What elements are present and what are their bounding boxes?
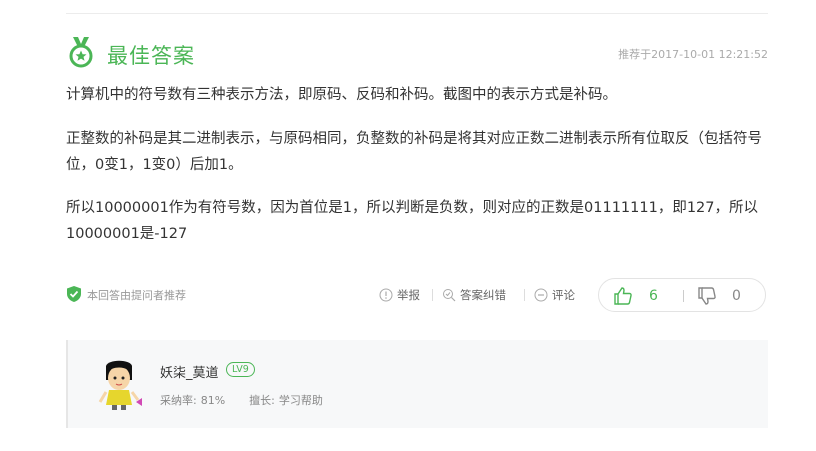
- adoption-rate-value: 81%: [200, 394, 226, 407]
- recommended-by-asker-label: 本回答由提问者推荐: [87, 289, 186, 302]
- answer-paragraph: 计算机中的符号数有三种表示方法，即原码、反码和补码。截图中的表示方式是补码。: [66, 87, 617, 103]
- thumbs-down-icon[interactable]: [697, 286, 717, 310]
- user-meta: 采纳率: 81% 擅长: 学习帮助: [160, 392, 327, 408]
- recommended-by-asker: 本回答由提问者推荐: [66, 285, 186, 303]
- answer-content: 计算机中的符号数有三种表示方法，即原码、反码和补码。截图中的表示方式是补码。 正…: [66, 82, 772, 264]
- report-label: 举报: [397, 288, 420, 302]
- answer-paragraph: 所以10000001作为有符号数，因为首位是1，所以判断是负数，则对应的正数是0…: [66, 200, 759, 242]
- adoption-rate-label: 采纳率:: [160, 394, 197, 407]
- shield-check-icon: [67, 286, 81, 302]
- comment-label: 评论: [552, 288, 575, 302]
- correction-button[interactable]: 答案纠错: [442, 287, 506, 303]
- best-answer-title: 最佳答案: [107, 44, 195, 68]
- upvote-count: 6: [649, 288, 658, 304]
- correction-label: 答案纠错: [460, 288, 506, 302]
- vote-box: 6 0: [598, 278, 766, 312]
- report-icon: [379, 288, 393, 302]
- expertise-label: 擅长:: [249, 394, 275, 407]
- magnifier-check-icon: [443, 289, 456, 302]
- action-separator: [432, 289, 433, 301]
- action-separator: [524, 289, 525, 301]
- comment-button[interactable]: 评论: [534, 287, 575, 303]
- expertise-value: 学习帮助: [278, 394, 323, 407]
- answer-paragraph: 正整数的补码是其二进制表示，与原码相同，负整数的补码是将其对应正数二进制表示所有…: [66, 131, 762, 173]
- level-badge: LV9: [226, 362, 255, 377]
- avatar[interactable]: [94, 358, 144, 412]
- recommend-timestamp: 推荐于2017-10-01 12:21:52: [618, 48, 768, 61]
- report-button[interactable]: 举报: [379, 287, 420, 303]
- thumbs-up-icon[interactable]: [613, 286, 633, 310]
- answer-footer: 本回答由提问者推荐 举报 答案纠错 评论 6 0: [66, 278, 768, 314]
- user-name[interactable]: 妖柒_莫道: [160, 362, 219, 381]
- top-divider: [66, 13, 768, 14]
- comment-icon: [534, 288, 548, 302]
- downvote-count: 0: [732, 288, 741, 304]
- answerer-card: 妖柒_莫道 LV9 采纳率: 81% 擅长: 学习帮助: [66, 340, 768, 428]
- medal-icon: [66, 36, 96, 68]
- vote-divider: [683, 290, 684, 302]
- best-answer-header: 最佳答案 推荐于2017-10-01 12:21:52: [66, 36, 768, 70]
